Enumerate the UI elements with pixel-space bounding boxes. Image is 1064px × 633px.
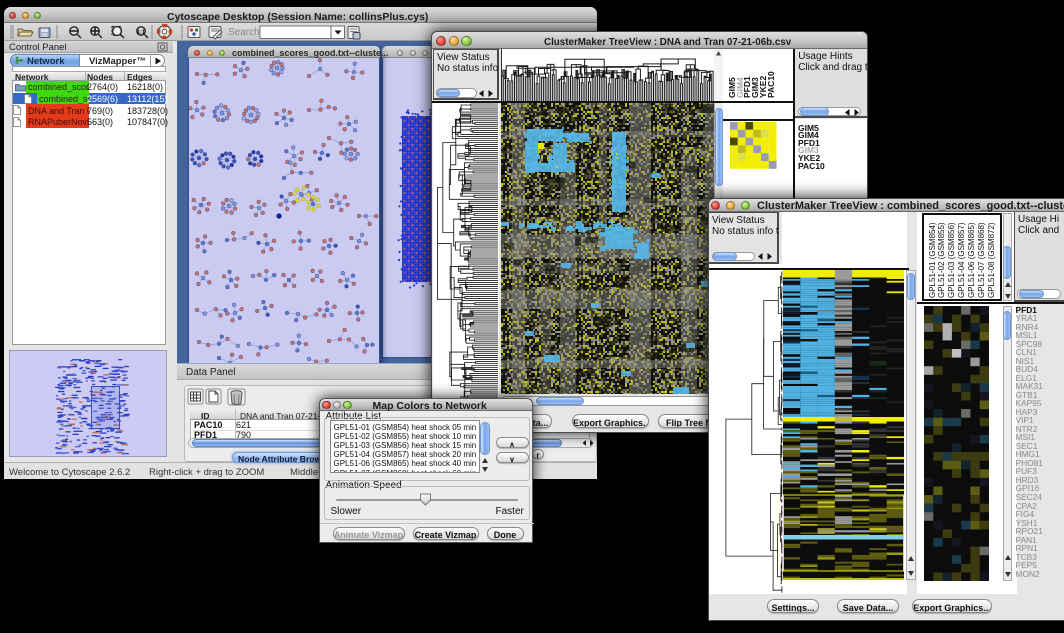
svg-text:1:1: 1:1 (137, 30, 145, 36)
svg-text:Search:: Search: (228, 27, 262, 38)
